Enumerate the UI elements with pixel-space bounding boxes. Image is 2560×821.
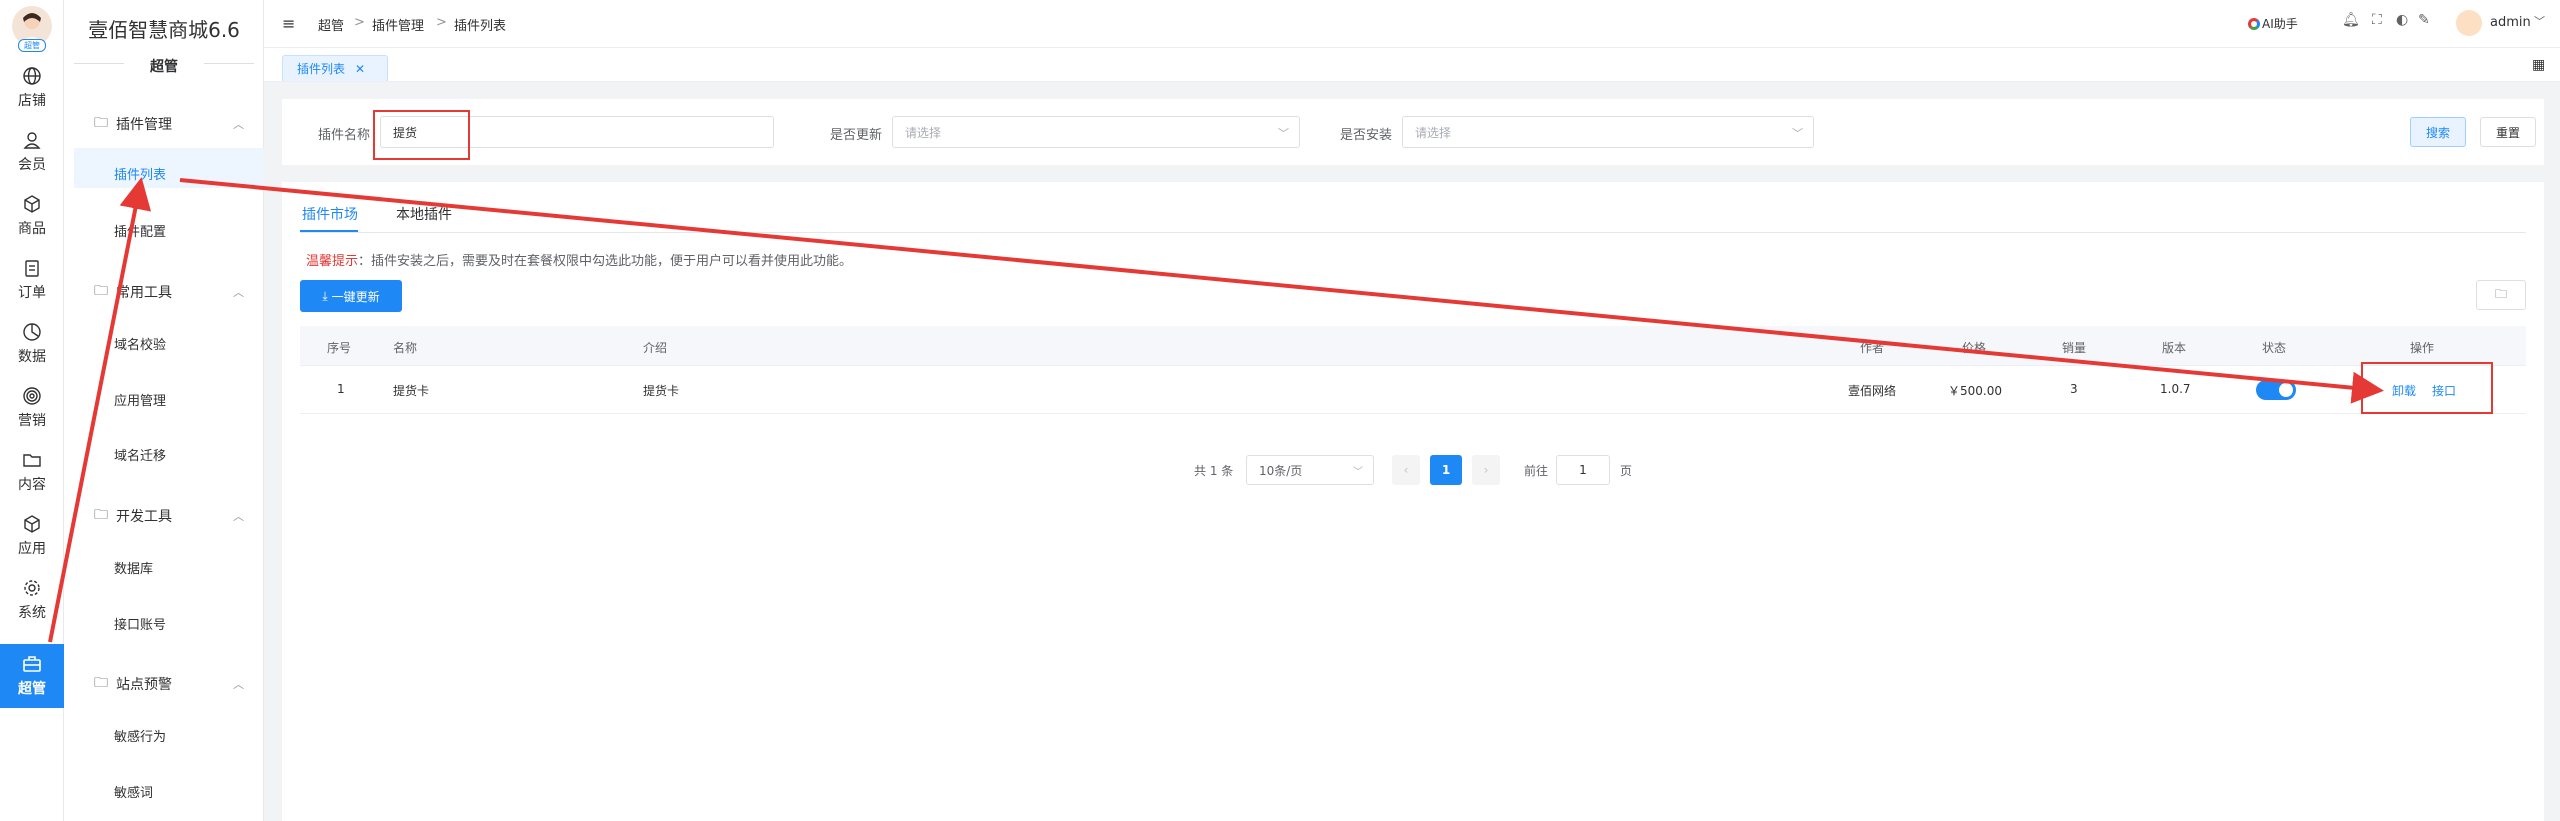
arrow-to-plugin-list xyxy=(48,177,152,643)
arrow-to-actions xyxy=(179,178,2384,404)
annotation-arrows xyxy=(48,177,2384,643)
